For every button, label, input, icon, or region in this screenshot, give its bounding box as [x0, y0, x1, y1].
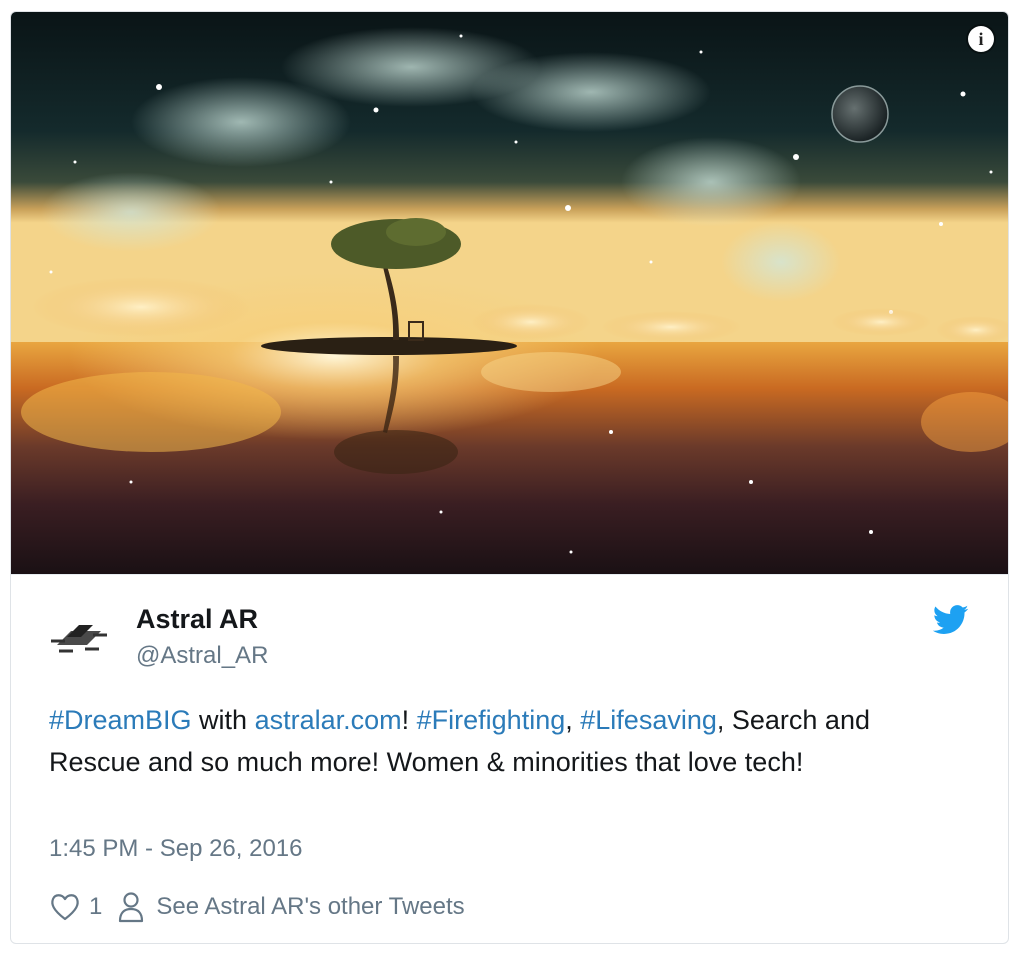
heart-icon[interactable]	[49, 892, 81, 922]
like-count[interactable]: 1	[89, 893, 102, 921]
tweet-text-segment: !	[401, 705, 417, 735]
night-sky-landscape-image	[11, 12, 1008, 574]
embedded-tweet-card: i Astral AR @Astral_AR #DreamBIG with as…	[10, 11, 1009, 944]
tweet-text: #DreamBIG with astralar.com! #Firefighti…	[49, 699, 949, 783]
author-handle[interactable]: @Astral_AR	[136, 642, 268, 670]
info-button[interactable]: i	[968, 26, 994, 52]
tweet-media-image[interactable]: i	[11, 12, 1008, 574]
tweet-actions: 1 See Astral AR's other Tweets	[49, 889, 465, 925]
tweet-text-segment: with	[191, 705, 255, 735]
astralar-link[interactable]: astralar.com	[255, 705, 402, 735]
drone-avatar-icon[interactable]	[49, 605, 109, 665]
author-name[interactable]: Astral AR	[136, 604, 258, 635]
tweet-timestamp[interactable]: 1:45 PM - Sep 26, 2016	[49, 835, 303, 863]
tweet-text-segment: ,	[565, 705, 581, 735]
hashtag-firefighting-link[interactable]: #Firefighting	[417, 705, 566, 735]
hashtag-lifesaving-link[interactable]: #Lifesaving	[580, 705, 717, 735]
tweet-body: Astral AR @Astral_AR #DreamBIG with astr…	[11, 574, 1008, 943]
info-icon: i	[978, 29, 984, 49]
person-icon[interactable]	[118, 891, 144, 923]
see-other-tweets-link[interactable]: See Astral AR's other Tweets	[156, 893, 464, 921]
hashtag-dreambig-link[interactable]: #DreamBIG	[49, 705, 192, 735]
twitter-bird-icon[interactable]	[933, 605, 969, 635]
